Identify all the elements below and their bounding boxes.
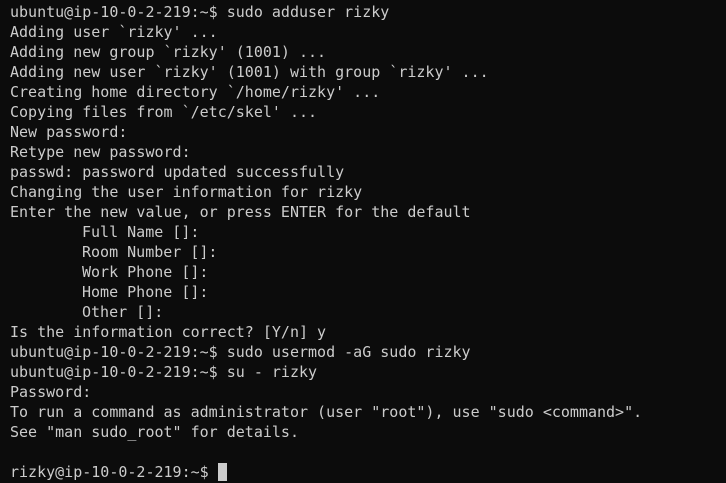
output-line: Copying files from `/etc/skel' ... [10,103,318,121]
output-line: passwd: password updated successfully [10,163,345,181]
terminal-window[interactable]: ubuntu@ip-10-0-2-219:~$ sudo adduser riz… [0,0,726,483]
output-line-blank [10,442,726,462]
output-line: Changing the user information for rizky [10,183,363,201]
output-line: ubuntu@ip-10-0-2-219:~$ sudo adduser riz… [10,3,390,21]
output-line: Adding new group `rizky' (1001) ... [10,43,327,61]
output-line: See "man sudo_root" for details. [10,423,299,441]
output-line-indented: Full Name []: [82,223,200,241]
prompt-text: rizky@ip-10-0-2-219:~$ [10,463,209,481]
output-line: Adding new user `rizky' (1001) with grou… [10,63,489,81]
output-line-indented: Other []: [82,303,164,321]
output-line: To run a command as administrator (user … [10,403,643,421]
output-line: Is the information correct? [Y/n] y [10,323,327,341]
output-line: Creating home directory `/home/rizky' ..… [10,83,381,101]
output-line-indented: Home Phone []: [82,283,209,301]
terminal-output: ubuntu@ip-10-0-2-219:~$ sudo adduser riz… [10,2,726,462]
text-cursor [217,463,227,481]
output-line: New password: [10,123,128,141]
output-line: Adding user `rizky' ... [10,23,218,41]
command-prompt[interactable]: rizky@ip-10-0-2-219:~$ [10,462,726,482]
output-line: ubuntu@ip-10-0-2-219:~$ su - rizky [10,363,318,381]
output-line: Enter the new value, or press ENTER for … [10,203,471,221]
output-line-indented: Room Number []: [82,243,218,261]
output-line: Retype new password: [10,143,191,161]
output-line: ubuntu@ip-10-0-2-219:~$ sudo usermod -aG… [10,343,471,361]
output-line: Password: [10,383,92,401]
output-line-indented: Work Phone []: [82,263,209,281]
